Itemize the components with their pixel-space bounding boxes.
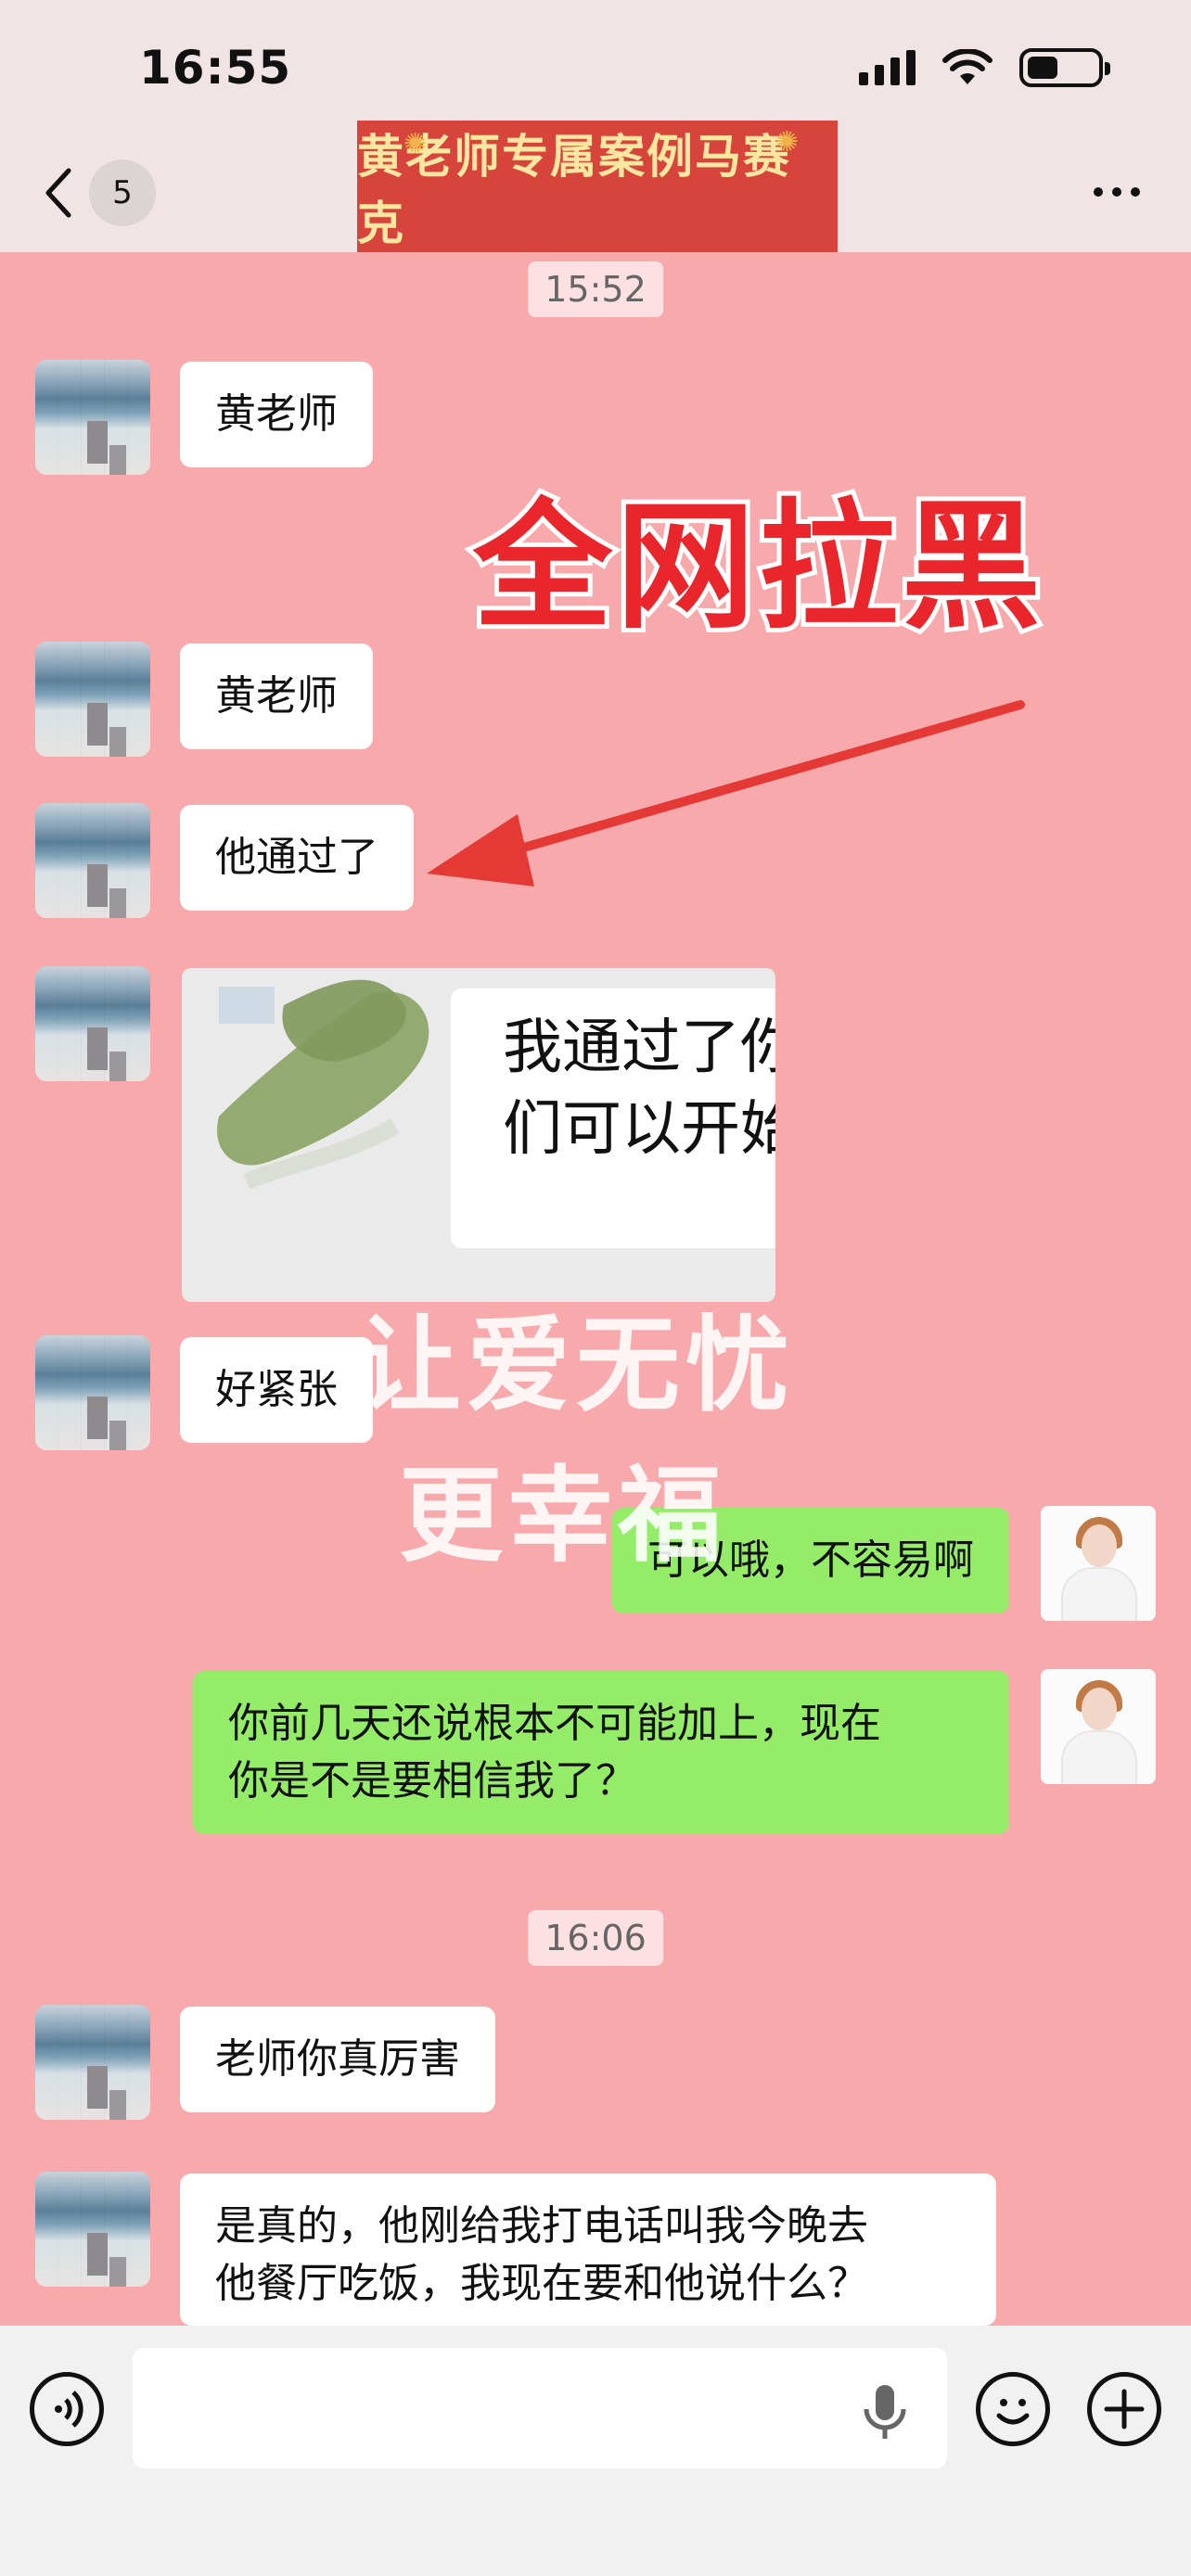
timestamp: 16:06 — [528, 1910, 663, 1966]
message-bubble-incoming[interactable]: 是真的，他刚给我打电话叫我今晚去 他餐厅吃饭，我现在要和他说什么？ — [180, 2174, 996, 2326]
message-input[interactable] — [133, 2348, 947, 2468]
avatar-contact[interactable] — [35, 2005, 150, 2120]
avatar-self[interactable] — [1041, 1506, 1156, 1621]
message-line: 是真的，他刚给我打电话叫我今晚去 — [215, 2202, 868, 2250]
message-image[interactable]: 我通过了你 们可以开始 — [182, 968, 775, 1302]
avatar-self[interactable] — [1041, 1669, 1156, 1784]
message-bubble-outgoing[interactable]: 可以哦，不容易啊 — [612, 1508, 1009, 1613]
message-line: 他餐厅吃饭，我现在要和他说什么？ — [215, 2260, 868, 2307]
avatar-contact[interactable] — [35, 360, 150, 475]
status-bar: 16:55 — [0, 0, 1191, 139]
emoji-icon[interactable] — [976, 2372, 1050, 2446]
message-bubble-incoming[interactable]: 好紧张 — [180, 1337, 373, 1443]
message-bubble-incoming[interactable]: 黄老师 — [180, 644, 373, 749]
message-line: 你前几天还说根本不可能加上，现在 — [228, 1700, 881, 1747]
plus-icon[interactable] — [1087, 2372, 1161, 2446]
message-bubble-incoming[interactable]: 老师你真厉害 — [180, 2007, 495, 2112]
message-list[interactable]: 15:52 黄老师 黄老师 他通过了 我通过了你 们可以开始 好紧张 可以哦，不… — [0, 252, 1191, 2326]
battery-fill — [1028, 57, 1057, 79]
avatar-contact[interactable] — [35, 642, 150, 757]
more-dots-icon[interactable] — [1094, 187, 1140, 197]
message-line: 你是不是要相信我了？ — [228, 1757, 636, 1804]
wifi-icon — [942, 49, 992, 84]
status-icons — [859, 48, 1110, 87]
firework-decoration: ✺ — [403, 128, 429, 160]
annotation-headline: 全网拉黑 — [468, 482, 1045, 653]
firework-decoration: ✺ — [775, 126, 800, 159]
message-bubble-outgoing[interactable]: 你前几天还说根本不可能加上，现在 你是不是要相信我了？ — [193, 1671, 1009, 1834]
voice-icon[interactable] — [30, 2372, 104, 2446]
image-text-line: 我通过了你 — [503, 1014, 775, 1082]
avatar-contact[interactable] — [35, 966, 150, 1081]
avatar-contact[interactable] — [35, 2172, 150, 2287]
battery-icon — [1019, 48, 1110, 87]
chat-title: ✺ ✺ 黄老师专属案例马赛克 — [357, 121, 838, 252]
input-bar — [0, 2326, 1191, 2576]
chevron-left-icon[interactable] — [41, 165, 78, 221]
red-arrow-icon — [427, 700, 1025, 886]
cellular-signal-icon — [859, 50, 916, 85]
watermark-line: 让爱无忧 — [357, 1305, 795, 1426]
status-time: 16:55 — [139, 41, 292, 95]
avatar-contact[interactable] — [35, 803, 150, 918]
microphone-icon[interactable] — [859, 2381, 911, 2442]
scribble-mask — [217, 979, 429, 1190]
message-bubble-incoming[interactable]: 黄老师 — [180, 362, 373, 467]
chat-title-text: 黄老师专属案例马赛克 — [357, 130, 791, 250]
message-bubble-incoming[interactable]: 他通过了 — [180, 805, 414, 911]
unread-count-badge[interactable]: 5 — [89, 159, 156, 226]
timestamp: 15:52 — [528, 261, 663, 317]
image-screenshot-text: 我通过了你 们可以开始 — [451, 988, 775, 1248]
avatar-contact[interactable] — [35, 1335, 150, 1450]
image-text-line: 们可以开始 — [503, 1095, 775, 1164]
